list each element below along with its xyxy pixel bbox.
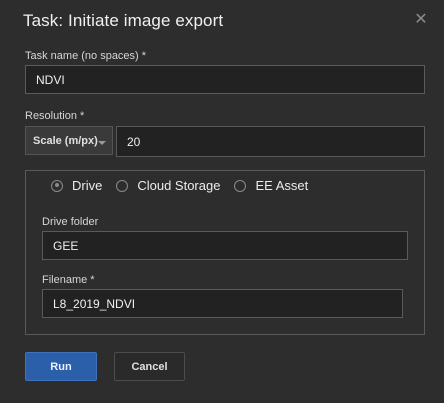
export-dialog: Task: Initiate image export ✕ Task name …	[0, 0, 444, 403]
drive-folder-input[interactable]: GEE	[42, 231, 408, 260]
task-name-input[interactable]: NDVI	[25, 65, 425, 94]
filename-input[interactable]: L8_2019_NDVI	[42, 289, 403, 318]
radio-unchecked-icon	[116, 179, 129, 192]
radio-ee-asset[interactable]: EE Asset	[234, 178, 308, 193]
radio-unchecked-icon	[234, 179, 247, 192]
resolution-mode-select[interactable]: Scale (m/px)	[25, 126, 113, 155]
drive-folder-label: Drive folder	[42, 216, 99, 228]
resolution-value-input[interactable]: 20	[116, 126, 425, 157]
destination-radio-group: Drive Cloud Storage EE Asset	[51, 178, 322, 193]
resolution-mode-value: Scale (m/px)	[33, 134, 98, 147]
radio-drive[interactable]: Drive	[51, 178, 102, 193]
radio-ee-asset-label: EE Asset	[255, 178, 309, 193]
dialog-title: Task: Initiate image export	[23, 11, 224, 30]
radio-cloud-storage-label: Cloud Storage	[137, 178, 221, 193]
resolution-label: Resolution *	[25, 110, 85, 122]
close-icon[interactable]: ✕	[413, 11, 429, 29]
cancel-button[interactable]: Cancel	[114, 352, 185, 381]
filename-label: Filename *	[42, 274, 95, 286]
task-name-label: Task name (no spaces) *	[25, 50, 147, 62]
run-button[interactable]: Run	[25, 352, 97, 381]
chevron-down-icon	[98, 141, 106, 145]
radio-cloud-storage[interactable]: Cloud Storage	[116, 178, 220, 193]
radio-drive-label: Drive	[72, 178, 103, 193]
radio-checked-icon	[51, 179, 63, 192]
